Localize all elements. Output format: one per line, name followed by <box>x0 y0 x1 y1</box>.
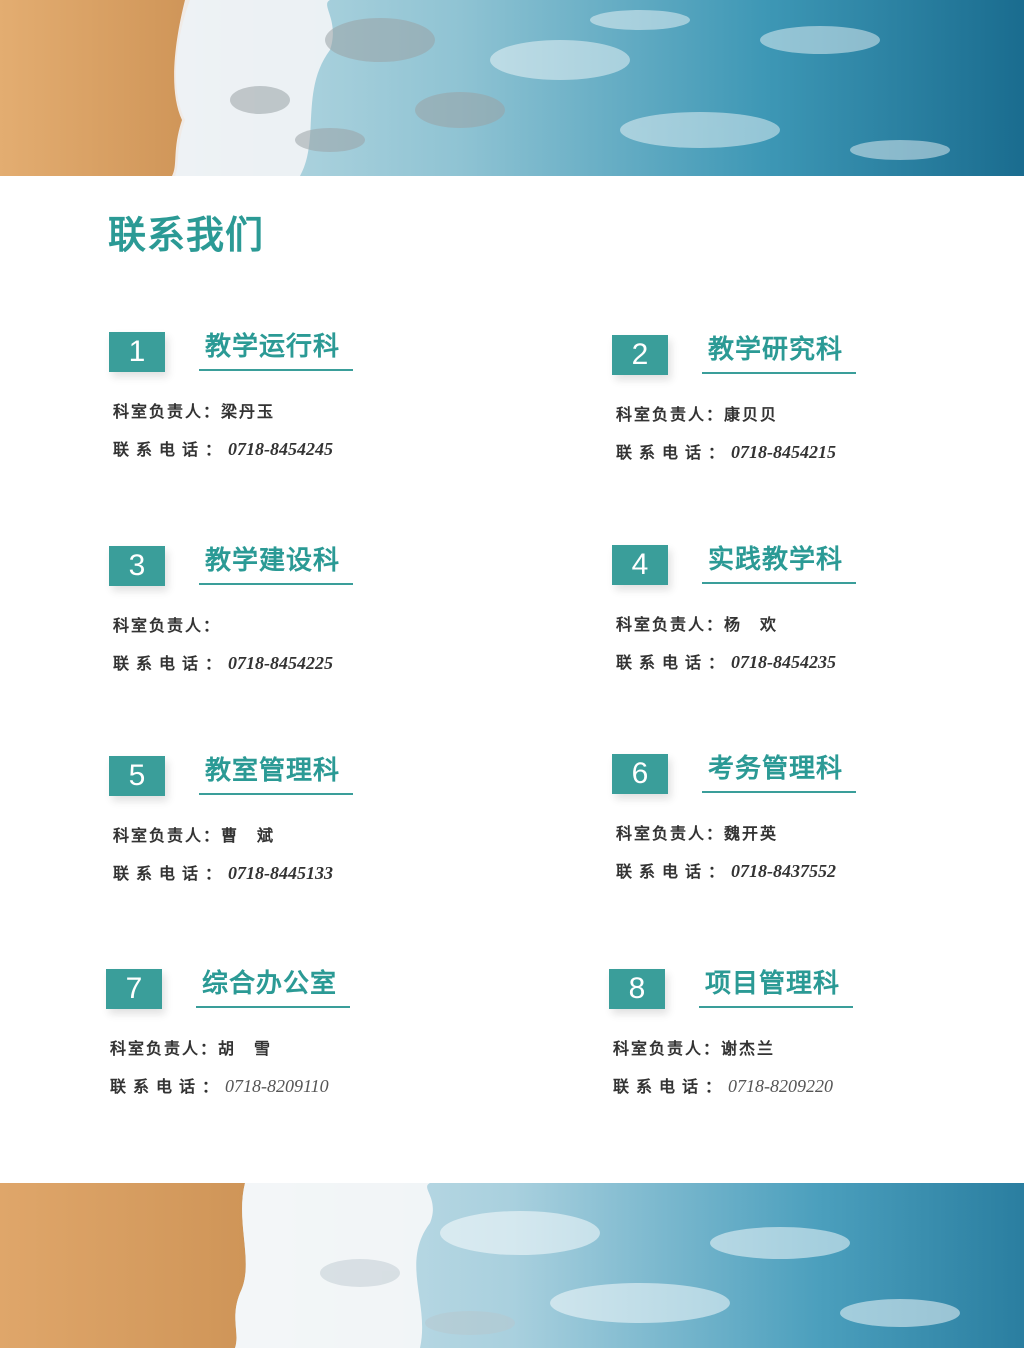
department-name: 教学研究科 <box>708 335 844 365</box>
department-name: 教室管理科 <box>205 756 341 786</box>
department-card: 7 综合办公室 科室负责人：胡 雪 联系电话：0718-8209110 <box>106 969 466 1119</box>
department-phone-line: 联系电话：0718-8454215 <box>616 439 836 463</box>
department-name: 综合办公室 <box>202 969 338 999</box>
department-underline <box>196 1006 350 1008</box>
phone-number: 0718-8454235 <box>731 652 837 672</box>
head-label: 科室负责人： <box>113 616 222 635</box>
head-name: 杨 欢 <box>724 615 779 634</box>
head-label: 科室负责人： <box>113 402 222 421</box>
department-phone-line: 联系电话：0718-8437552 <box>616 858 836 882</box>
phone-number: 0718-8209220 <box>728 1076 834 1096</box>
department-head-line: 科室负责人：杨 欢 <box>616 611 778 635</box>
department-underline <box>199 583 353 585</box>
department-head-line: 科室负责人：梁丹玉 <box>113 398 275 422</box>
department-underline <box>702 372 856 374</box>
department-head-line: 科室负责人：曹 斌 <box>113 822 275 846</box>
phone-number: 0718-8437552 <box>731 861 837 881</box>
department-phone-line: 联系电话：0718-8445133 <box>113 860 333 884</box>
department-number: 1 <box>109 332 165 372</box>
department-phone-line: 联系电话：0718-8454225 <box>113 650 333 674</box>
phone-number: 0718-8454215 <box>731 442 837 462</box>
phone-number: 0718-8454225 <box>228 653 334 673</box>
department-card: 1 教学运行科 科室负责人：梁丹玉 联系电话：0718-8454245 <box>109 332 469 482</box>
department-head-line: 科室负责人： <box>113 612 221 636</box>
page-title: 联系我们 <box>108 213 265 257</box>
department-number: 2 <box>612 335 668 375</box>
department-name: 项目管理科 <box>705 969 841 999</box>
phone-label: 联系电话： <box>113 654 229 673</box>
department-number: 3 <box>109 546 165 586</box>
department-number: 5 <box>109 756 165 796</box>
phone-label: 联系电话： <box>616 443 732 462</box>
department-name: 实践教学科 <box>708 545 844 575</box>
head-name: 谢杰兰 <box>721 1039 776 1058</box>
head-label: 科室负责人： <box>616 824 725 843</box>
department-number: 7 <box>106 969 162 1009</box>
head-label: 科室负责人： <box>613 1039 722 1058</box>
department-underline <box>702 791 856 793</box>
phone-number: 0718-8209110 <box>225 1076 329 1096</box>
department-name: 考务管理科 <box>708 754 844 784</box>
phone-number: 0718-8454245 <box>228 439 334 459</box>
department-card: 2 教学研究科 科室负责人：康贝贝 联系电话：0718-8454215 <box>612 335 972 485</box>
department-head-line: 科室负责人：魏开英 <box>616 820 778 844</box>
phone-label: 联系电话： <box>616 653 732 672</box>
head-label: 科室负责人： <box>616 615 725 634</box>
department-card: 3 教学建设科 科室负责人： 联系电话：0718-8454225 <box>109 546 469 696</box>
department-underline <box>199 793 353 795</box>
department-card: 4 实践教学科 科室负责人：杨 欢 联系电话：0718-8454235 <box>612 545 972 695</box>
department-number: 8 <box>609 969 665 1009</box>
department-number: 4 <box>612 545 668 585</box>
head-name: 康贝贝 <box>724 405 779 424</box>
department-underline <box>702 582 856 584</box>
department-number: 6 <box>612 754 668 794</box>
department-head-line: 科室负责人：胡 雪 <box>110 1035 272 1059</box>
department-head-line: 科室负责人：谢杰兰 <box>613 1035 775 1059</box>
department-phone-line: 联系电话：0718-8209110 <box>110 1073 329 1097</box>
phone-number: 0718-8445133 <box>228 863 334 883</box>
department-head-line: 科室负责人：康贝贝 <box>616 401 778 425</box>
head-name: 胡 雪 <box>218 1039 273 1058</box>
phone-label: 联系电话： <box>613 1077 729 1096</box>
department-phone-line: 联系电话：0718-8209220 <box>613 1073 833 1097</box>
phone-label: 联系电话： <box>110 1077 226 1096</box>
head-name: 曹 斌 <box>221 826 276 845</box>
phone-label: 联系电话： <box>616 862 732 881</box>
head-name: 魏开英 <box>724 824 779 843</box>
department-underline <box>699 1006 853 1008</box>
department-card: 5 教室管理科 科室负责人：曹 斌 联系电话：0718-8445133 <box>109 756 469 906</box>
department-card: 6 考务管理科 科室负责人：魏开英 联系电话：0718-8437552 <box>612 754 972 904</box>
top-beach-banner <box>0 0 1024 176</box>
department-name: 教学运行科 <box>205 332 341 362</box>
department-phone-line: 联系电话：0718-8454235 <box>616 649 836 673</box>
department-phone-line: 联系电话：0718-8454245 <box>113 436 333 460</box>
phone-label: 联系电话： <box>113 440 229 459</box>
phone-label: 联系电话： <box>113 864 229 883</box>
head-name: 梁丹玉 <box>221 402 276 421</box>
department-card: 8 项目管理科 科室负责人：谢杰兰 联系电话：0718-8209220 <box>609 969 969 1119</box>
head-label: 科室负责人： <box>113 826 222 845</box>
department-name: 教学建设科 <box>205 546 341 576</box>
head-label: 科室负责人： <box>110 1039 219 1058</box>
department-underline <box>199 369 353 371</box>
head-label: 科室负责人： <box>616 405 725 424</box>
bottom-beach-banner <box>0 1183 1024 1348</box>
